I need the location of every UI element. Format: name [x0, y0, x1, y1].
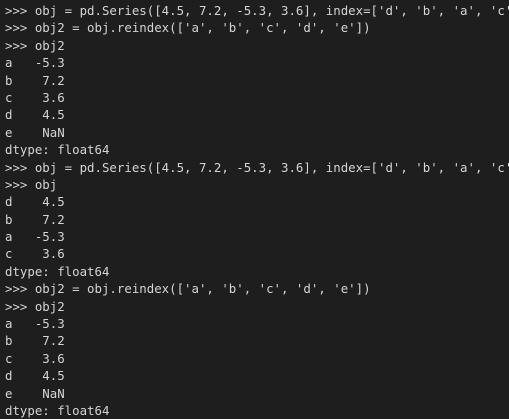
terminal-line: c 3.6	[5, 350, 65, 366]
terminal-line: b 7.2	[5, 211, 65, 227]
terminal-line: >>> obj	[5, 176, 58, 192]
terminal-line: b 7.2	[5, 333, 65, 349]
terminal-line: >>> obj = pd.Series([4.5, 7.2, -5.3, 3.6…	[5, 3, 509, 18]
terminal-line: >>> obj = pd.Series([4.5, 7.2, -5.3, 3.6…	[5, 159, 509, 175]
terminal-line: >>> obj2	[5, 298, 65, 314]
terminal-line: >>> obj2 = obj.reindex(['a', 'b', 'c', '…	[5, 20, 371, 36]
terminal-line: b 7.2	[5, 72, 65, 88]
terminal-line: dtype: float64	[5, 402, 110, 418]
terminal-line: d 4.5	[5, 107, 65, 123]
terminal-line: dtype: float64	[5, 142, 110, 158]
terminal-line: d 4.5	[5, 368, 65, 384]
terminal-line: a -5.3	[5, 229, 65, 245]
terminal-line: e NaN	[5, 385, 65, 401]
terminal-line: c 3.6	[5, 89, 65, 105]
terminal-line: >>> obj2 = obj.reindex(['a', 'b', 'c', '…	[5, 281, 371, 297]
terminal-line: d 4.5	[5, 194, 65, 210]
terminal-line: e NaN	[5, 124, 65, 140]
terminal-line: dtype: float64	[5, 263, 110, 279]
terminal-output[interactable]: >>> obj = pd.Series([4.5, 7.2, -5.3, 3.6…	[0, 0, 509, 418]
terminal-line: >>> obj2	[5, 37, 65, 53]
terminal-line: a -5.3	[5, 316, 65, 332]
terminal-line: c 3.6	[5, 246, 65, 262]
terminal-line: a -5.3	[5, 55, 65, 71]
